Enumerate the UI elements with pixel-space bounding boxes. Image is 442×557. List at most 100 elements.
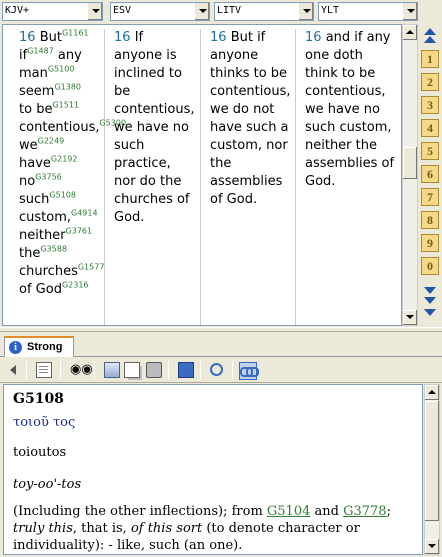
tab-strong-label: Strong — [27, 341, 63, 353]
parallel-bible-view[interactable]: 16 ButG1161 ifG1487 any manG5100 seemG13… — [2, 24, 402, 326]
scroll-thumb[interactable] — [425, 401, 439, 521]
kjv-word[interactable]: be — [36, 102, 52, 117]
bible-scrollbar[interactable] — [402, 24, 418, 326]
chapter-button-3[interactable]: 3 — [421, 96, 439, 114]
verse-number[interactable]: 16 — [19, 30, 36, 45]
info-icon: i — [9, 341, 22, 354]
copy-icon[interactable] — [124, 362, 140, 378]
book-icon[interactable] — [178, 362, 194, 378]
kjv-word[interactable]: no — [19, 174, 35, 189]
version-dropdown-1[interactable]: KJV+ — [2, 2, 103, 21]
kjv-word[interactable]: custom, — [19, 210, 71, 225]
strong-link[interactable]: G3778 — [343, 504, 386, 519]
definition-part: , that is, — [72, 521, 131, 536]
toolbar-separator — [26, 361, 27, 379]
chevron-down-icon[interactable] — [298, 3, 313, 20]
version-dropdown-3[interactable]: LITV — [214, 2, 314, 21]
definition-italic: of this sort — [130, 521, 203, 536]
chevron-down-icon[interactable] — [87, 3, 102, 20]
kjv-word[interactable]: But — [40, 30, 62, 45]
kjv-word[interactable]: such — [19, 192, 49, 207]
version-dropdown-2-value: ESV — [113, 5, 132, 16]
strongs-ref[interactable]: G3756 — [35, 173, 62, 182]
strongs-ref[interactable]: G4914 — [71, 209, 98, 218]
binoculars-icon[interactable]: ◉◉ — [70, 362, 93, 378]
strongs-ref[interactable]: G3588 — [40, 245, 67, 254]
kjv-word[interactable]: any — [58, 48, 82, 63]
definition-part: and — [310, 504, 344, 519]
litv-column: 16 But if anyone thinks to be contentiou… — [202, 29, 296, 325]
verse-number[interactable]: 16 — [114, 30, 131, 45]
scroll-up-icon[interactable] — [425, 385, 439, 400]
kjv-word[interactable]: contentious, — [19, 120, 99, 135]
chevron-down-icon[interactable] — [194, 3, 209, 20]
strongs-ref[interactable]: G1161 — [62, 29, 89, 38]
chapter-button-8[interactable]: 8 — [421, 211, 439, 229]
chapter-button-9[interactable]: 9 — [421, 234, 439, 252]
strongs-ref[interactable]: G5100 — [48, 65, 75, 74]
kjv-word[interactable]: of — [19, 282, 32, 297]
kjv-word[interactable]: the — [19, 246, 40, 261]
version-selector-bar: KJV+ ESV LITV YLT — [0, 0, 442, 24]
strongs-ref[interactable]: G3761 — [66, 227, 93, 236]
scroll-thumb[interactable] — [403, 147, 417, 179]
scroll-down-icon[interactable] — [425, 539, 439, 554]
version-dropdown-3-value: LITV — [217, 5, 242, 16]
esv-verse-text: If anyone is inclined to be contentious,… — [114, 30, 195, 225]
strongs-ref[interactable]: G2249 — [38, 137, 65, 146]
toolbar-separator — [200, 361, 201, 379]
back-icon[interactable] — [6, 362, 22, 378]
kjv-word[interactable]: neither — [19, 228, 66, 243]
chevron-down-icon[interactable] — [402, 3, 417, 20]
kjv-word[interactable]: God — [36, 282, 62, 297]
strongs-ref[interactable]: G1380 — [54, 83, 81, 92]
kjv-word[interactable]: if — [19, 48, 27, 63]
kjv-word[interactable]: man — [19, 66, 48, 81]
kjv-column: 16 ButG1161 ifG1487 any manG5100 seemG13… — [11, 29, 126, 325]
tab-strong[interactable]: i Strong — [4, 336, 74, 357]
strongs-ref[interactable]: G1577 — [78, 263, 105, 272]
strongs-ref[interactable]: G2192 — [51, 155, 78, 164]
strong-number: G5108 — [13, 391, 64, 407]
definition-text: (Including the other inflections); from … — [13, 503, 415, 554]
link-icon[interactable] — [239, 362, 259, 380]
strongs-ref[interactable]: G1511 — [52, 101, 79, 110]
chapter-button-5[interactable]: 5 — [421, 142, 439, 160]
verse-number[interactable]: 16 — [210, 30, 227, 45]
document-edit-icon[interactable] — [36, 362, 52, 378]
chapter-button-7[interactable]: 7 — [421, 188, 439, 206]
chapter-button-4[interactable]: 4 — [421, 119, 439, 137]
next-book-icon[interactable] — [423, 296, 437, 306]
transliteration: toioutos — [13, 445, 67, 460]
next-chapter-icon[interactable] — [423, 286, 437, 296]
kjv-word[interactable]: to — [19, 102, 32, 117]
chapter-button-6[interactable]: 6 — [421, 165, 439, 183]
copy-multiple-icon[interactable] — [146, 362, 162, 378]
kjv-word[interactable]: have — [19, 156, 51, 171]
version-dropdown-4[interactable]: YLT — [318, 2, 418, 21]
kjv-word[interactable]: churches — [19, 264, 78, 279]
end-icon[interactable] — [423, 308, 437, 318]
strong-scrollbar[interactable] — [424, 384, 440, 555]
chapter-button-0[interactable]: 0 — [421, 257, 439, 275]
magnifier-icon[interactable] — [210, 363, 223, 376]
pane-splitter[interactable] — [0, 327, 442, 332]
tab-strip: i Strong — [0, 333, 442, 357]
definition-italic: truly this — [13, 521, 73, 536]
kjv-word[interactable]: we — [19, 138, 38, 153]
version-dropdown-2[interactable]: ESV — [110, 2, 210, 21]
scroll-up-icon[interactable] — [403, 25, 417, 40]
toolbar-separator — [232, 361, 233, 379]
litv-verse-text: But if anyone thinks to be contentious, … — [210, 30, 291, 207]
strongs-ref[interactable]: G5108 — [49, 191, 76, 200]
strongs-ref[interactable]: G1487 — [27, 47, 54, 56]
strongs-ref[interactable]: G2316 — [62, 281, 89, 290]
chapter-button-2[interactable]: 2 — [421, 73, 439, 91]
previous-chapter-icon[interactable] — [423, 35, 437, 45]
pages-icon[interactable] — [104, 362, 120, 378]
kjv-word[interactable]: seem — [19, 84, 54, 99]
scroll-down-icon[interactable] — [403, 310, 417, 325]
chapter-button-1[interactable]: 1 — [421, 50, 439, 68]
strong-link[interactable]: G5104 — [267, 504, 310, 519]
verse-number[interactable]: 16 — [305, 30, 322, 45]
